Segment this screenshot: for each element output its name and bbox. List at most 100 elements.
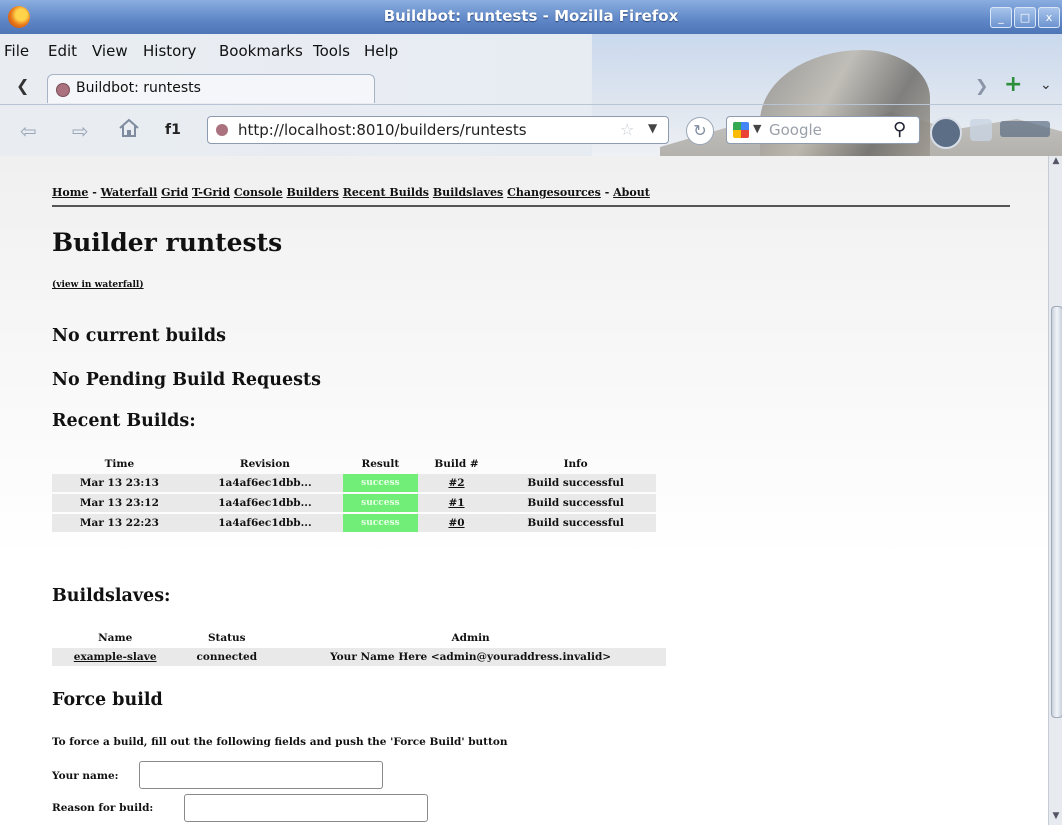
force-build-description: To force a build, fill out the following…: [52, 736, 508, 748]
build-revision: 1a4af6ec1dbb...: [186, 494, 344, 512]
table-row: Mar 13 22:23 1a4af6ec1dbb... success #0 …: [52, 514, 656, 532]
window-titlebar: Buildbot: runtests - Mozilla Firefox _ □…: [0, 0, 1062, 35]
table-row: Mar 13 23:13 1a4af6ec1dbb... success #2 …: [52, 474, 656, 492]
buildslaves-heading: Buildslaves:: [52, 586, 171, 606]
column-header-admin: Admin: [451, 632, 490, 644]
url-bar[interactable]: http://localhost:8010/builders/runtests …: [207, 116, 669, 144]
build-info: Build successful: [495, 514, 656, 532]
nav-link-builders[interactable]: Builders: [287, 186, 339, 199]
table-row: example-slave connected Your Name Here <…: [52, 648, 666, 666]
nav-link-waterfall[interactable]: Waterfall: [101, 186, 158, 199]
nav-link-home[interactable]: Home: [52, 186, 88, 199]
column-header-result: Result: [361, 458, 400, 470]
scroll-down-arrow-icon[interactable]: ▼: [1049, 811, 1062, 825]
close-button[interactable]: x: [1038, 7, 1060, 28]
view-in-waterfall: (view in waterfall): [52, 280, 144, 290]
menu-bookmarks[interactable]: Bookmarks: [219, 42, 303, 60]
search-engine-dropdown-icon[interactable]: ▼: [753, 122, 761, 135]
nav-link-t-grid[interactable]: T-Grid: [192, 186, 230, 199]
build-time: Mar 13 22:23: [52, 514, 187, 532]
menu-help[interactable]: Help: [364, 42, 398, 60]
build-number-link[interactable]: #2: [448, 477, 464, 489]
tab-title: Buildbot: runtests: [76, 80, 201, 96]
column-header-status: Status: [207, 632, 246, 644]
table-row: Mar 13 23:12 1a4af6ec1dbb... success #1 …: [52, 494, 656, 512]
addon-toolbar-icons[interactable]: [1000, 121, 1050, 137]
recent-builds-table: Time Revision Result Build # Info Mar 13…: [52, 454, 656, 534]
tab-scroll-right-icon[interactable]: ❯: [975, 76, 988, 95]
site-favicon-icon: [216, 124, 228, 136]
tab-list-chevron-icon[interactable]: ⌄: [1040, 77, 1052, 93]
top-navigation: Home - Waterfall Grid T-Grid Console Bui…: [52, 186, 650, 199]
reload-icon[interactable]: ↻: [686, 117, 714, 145]
nav-link-grid[interactable]: Grid: [161, 186, 188, 199]
build-result-badge: success: [343, 514, 418, 532]
no-pending-heading: No Pending Build Requests: [52, 370, 321, 390]
nav-link-changesources[interactable]: Changesources: [507, 186, 601, 199]
url-history-dropdown-icon[interactable]: ▼: [648, 121, 657, 135]
nav-link-buildslaves[interactable]: Buildslaves: [433, 186, 503, 199]
menu-file[interactable]: File: [4, 42, 29, 60]
no-current-builds-heading: No current builds: [52, 326, 226, 346]
tab-scroll-left-icon[interactable]: ❮: [16, 76, 29, 95]
build-revision: 1a4af6ec1dbb...: [186, 474, 344, 492]
bookmark-shortcut-f1[interactable]: f1: [165, 122, 181, 138]
nav-separator: -: [92, 186, 97, 199]
column-header-info: Info: [563, 458, 588, 470]
url-text[interactable]: http://localhost:8010/builders/runtests: [238, 121, 527, 139]
browser-chrome: File Edit View History Bookmarks Tools H…: [0, 34, 1062, 156]
column-header-name: Name: [98, 632, 133, 644]
forward-arrow-icon[interactable]: ⇨: [72, 119, 89, 143]
home-icon[interactable]: [118, 118, 140, 138]
minimize-button[interactable]: _: [990, 7, 1012, 28]
build-time: Mar 13 23:12: [52, 494, 187, 512]
column-header-time: Time: [104, 458, 135, 470]
table-header-row: Time Revision Result Build # Info: [52, 456, 656, 472]
build-time: Mar 13 23:13: [52, 474, 187, 492]
menu-view[interactable]: View: [92, 42, 128, 60]
slave-admin: Your Name Here <admin@youraddress.invali…: [275, 648, 666, 666]
page-title: Builder runtests: [52, 228, 283, 257]
menu-edit[interactable]: Edit: [48, 42, 77, 60]
vertical-scrollbar[interactable]: ▲ ▼: [1048, 156, 1062, 825]
window-title: Buildbot: runtests - Mozilla Firefox: [383, 7, 679, 25]
table-header-row: Name Status Admin: [52, 630, 666, 646]
your-name-input[interactable]: [139, 761, 383, 789]
search-placeholder: Google: [769, 121, 822, 139]
addon-puzzle-icon[interactable]: [970, 119, 992, 141]
build-info: Build successful: [495, 494, 656, 512]
nav-separator: -: [604, 186, 610, 199]
search-icon[interactable]: ⚲: [893, 119, 906, 140]
maximize-button[interactable]: □: [1014, 7, 1036, 28]
nav-link-console[interactable]: Console: [234, 186, 283, 199]
build-number-link[interactable]: #0: [448, 517, 464, 529]
tab-buildbot-runtests[interactable]: Buildbot: runtests: [47, 74, 375, 103]
nav-link-recent-builds[interactable]: Recent Builds: [343, 186, 429, 199]
slave-status: connected: [178, 648, 276, 666]
build-result-badge: success: [343, 474, 418, 492]
reason-input[interactable]: [184, 794, 428, 822]
addon-globe-icon[interactable]: [930, 117, 962, 149]
build-revision: 1a4af6ec1dbb...: [186, 514, 344, 532]
search-bar[interactable]: ▼ Google: [726, 116, 920, 144]
buildslaves-table: Name Status Admin example-slave connecte…: [52, 628, 666, 668]
scroll-up-arrow-icon[interactable]: ▲: [1049, 156, 1062, 170]
nav-link-about[interactable]: About: [613, 186, 650, 199]
bookmark-star-icon[interactable]: ☆: [620, 120, 634, 139]
scrollbar-thumb[interactable]: [1051, 306, 1062, 718]
nav-divider: [52, 205, 1010, 207]
navigation-toolbar: ⇦ ⇨ f1 http://localhost:8010/builders/ru…: [0, 104, 1062, 155]
build-number-link[interactable]: #1: [448, 497, 464, 509]
menu-tools[interactable]: Tools: [313, 42, 350, 60]
your-name-label: Your name:: [52, 770, 119, 782]
reason-label: Reason for build:: [52, 802, 154, 814]
build-result-badge: success: [343, 494, 418, 512]
view-in-waterfall-link[interactable]: (view in waterfall): [52, 280, 144, 290]
back-arrow-icon[interactable]: ⇦: [20, 119, 37, 143]
google-engine-icon[interactable]: [733, 122, 749, 138]
slave-name-link[interactable]: example-slave: [74, 651, 157, 663]
recent-builds-heading: Recent Builds:: [52, 411, 196, 431]
page-content: Home - Waterfall Grid T-Grid Console Bui…: [0, 156, 1048, 825]
menu-history[interactable]: History: [143, 42, 196, 60]
new-tab-plus-icon[interactable]: +: [1004, 72, 1022, 97]
